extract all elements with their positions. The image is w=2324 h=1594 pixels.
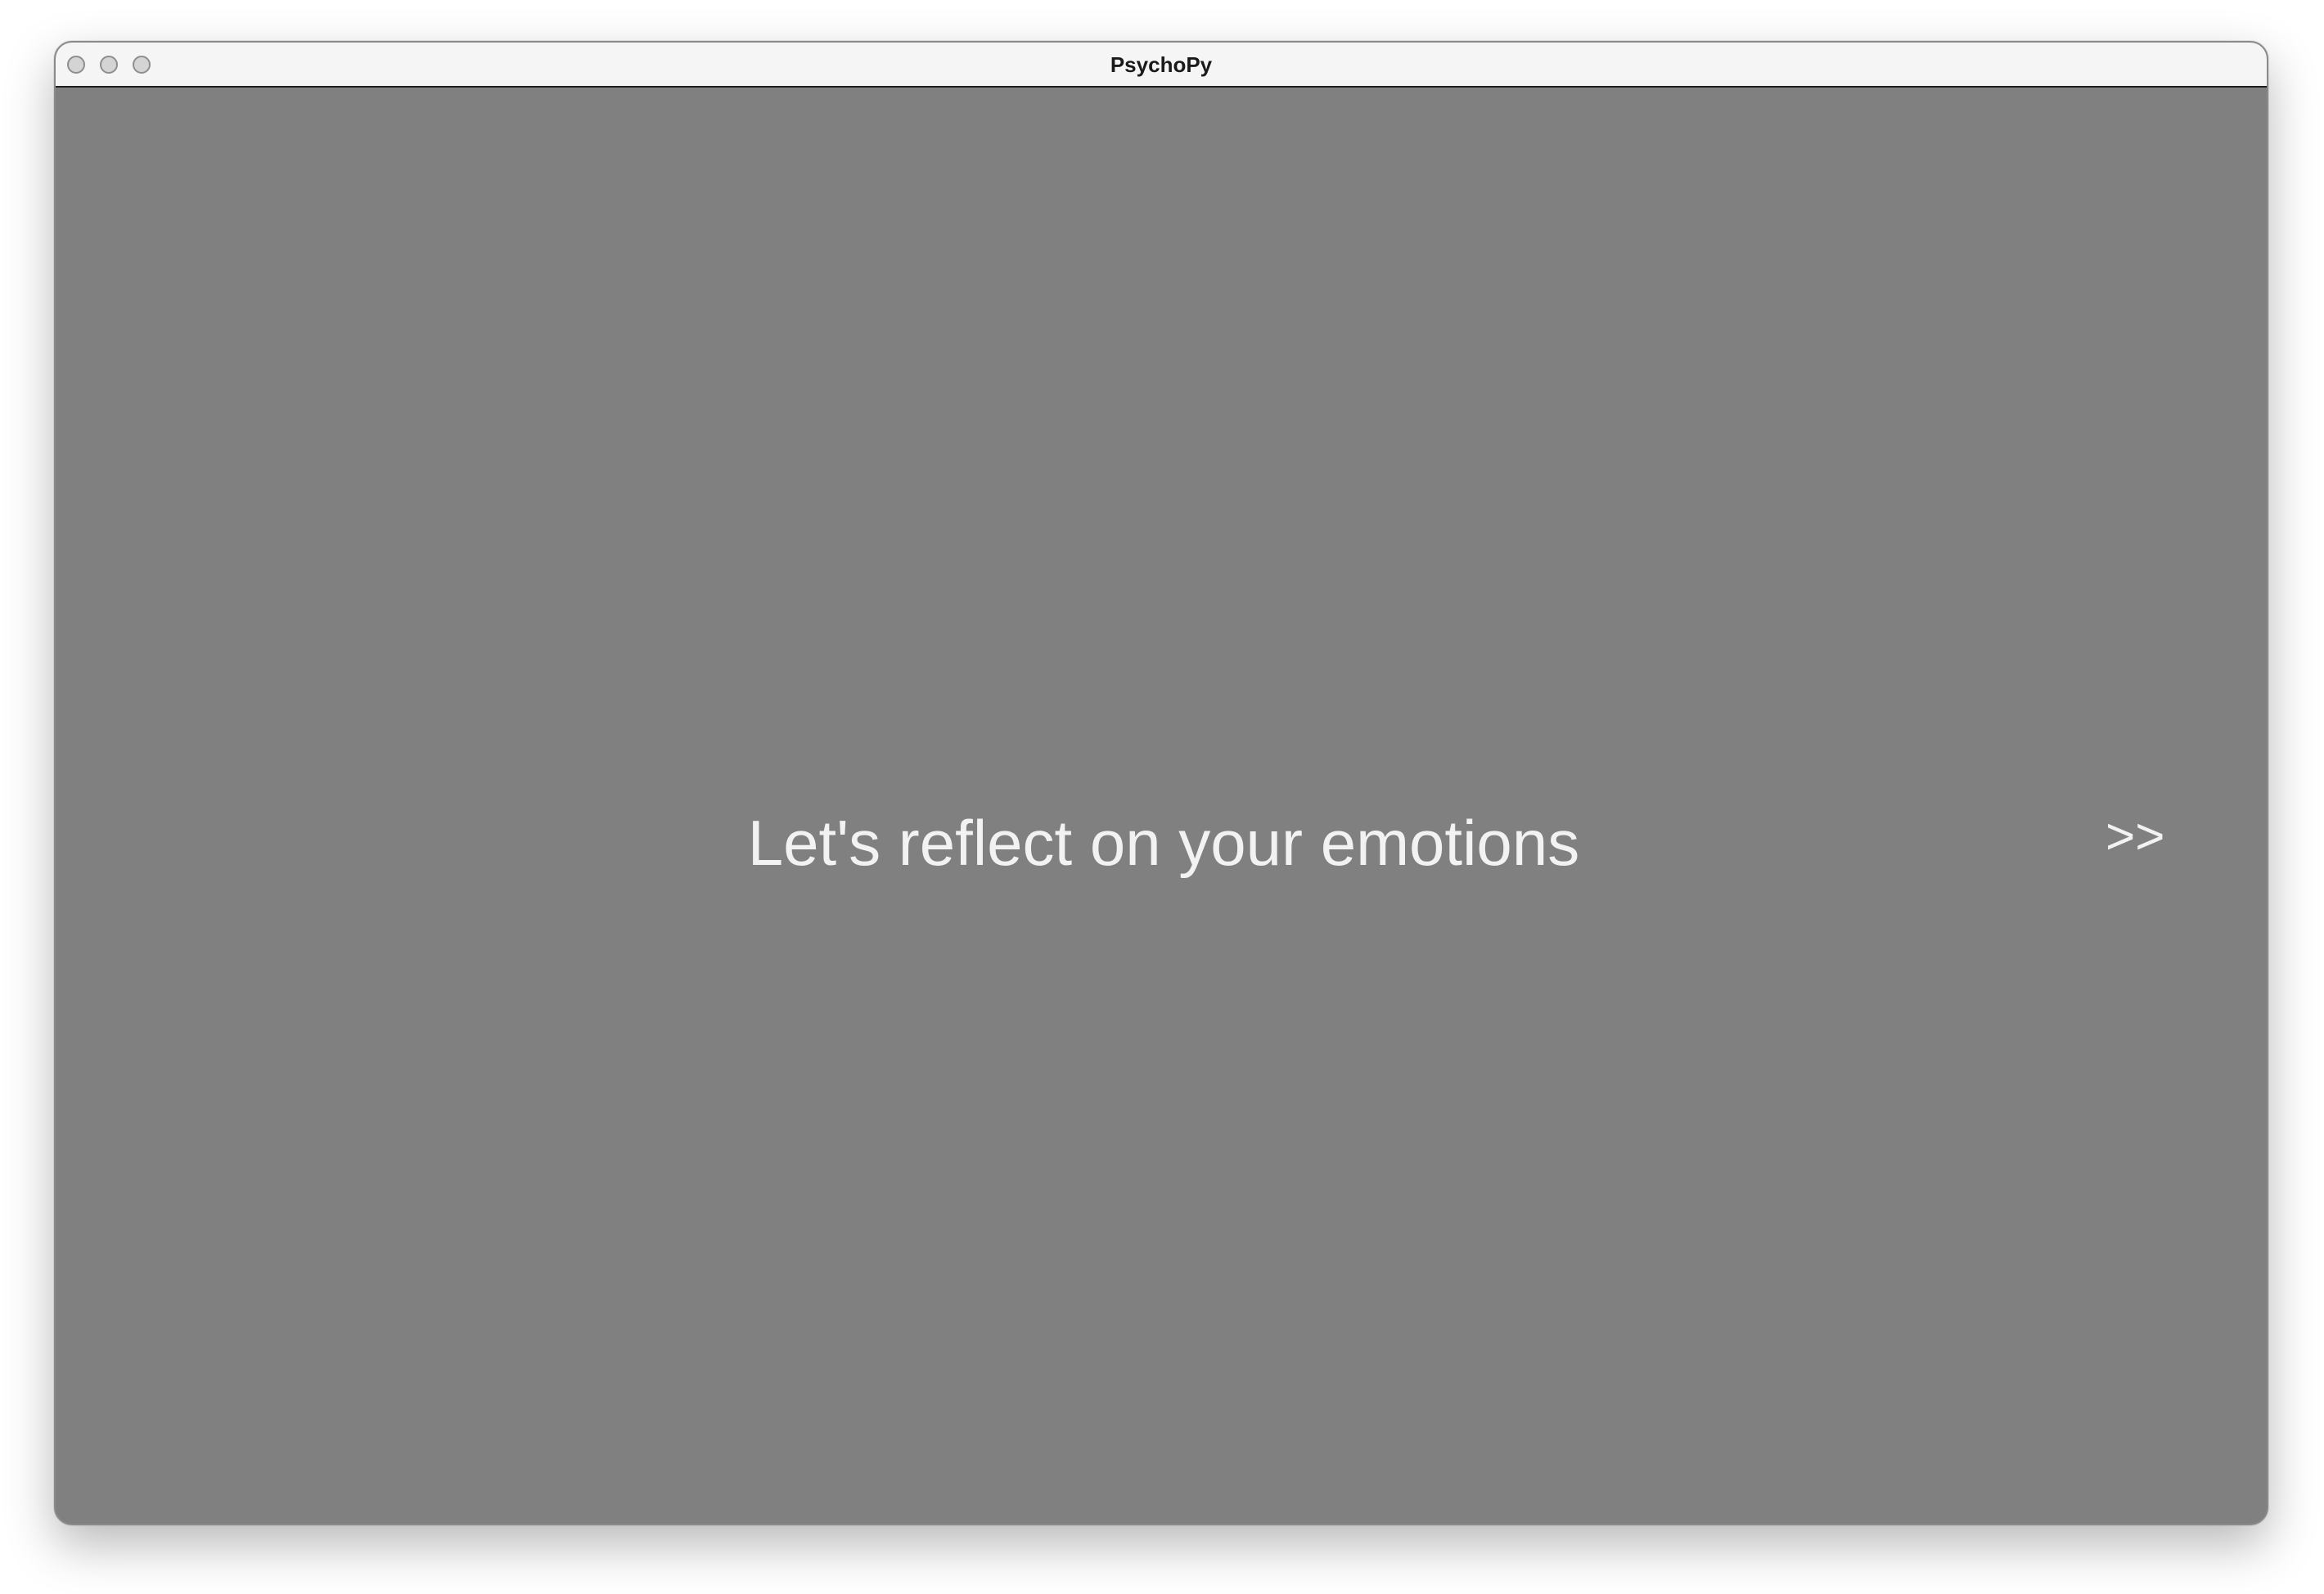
title-bar: PsychoPy [56,43,2267,88]
prompt-text: Let's reflect on your emotions [747,807,1580,879]
window-title: PsychoPy [1110,52,1213,77]
app-window: PsychoPy Let's reflect on your emotions … [54,41,2268,1525]
experiment-canvas: Let's reflect on your emotions >> [56,88,2267,1524]
next-button[interactable]: >> [2106,808,2164,866]
